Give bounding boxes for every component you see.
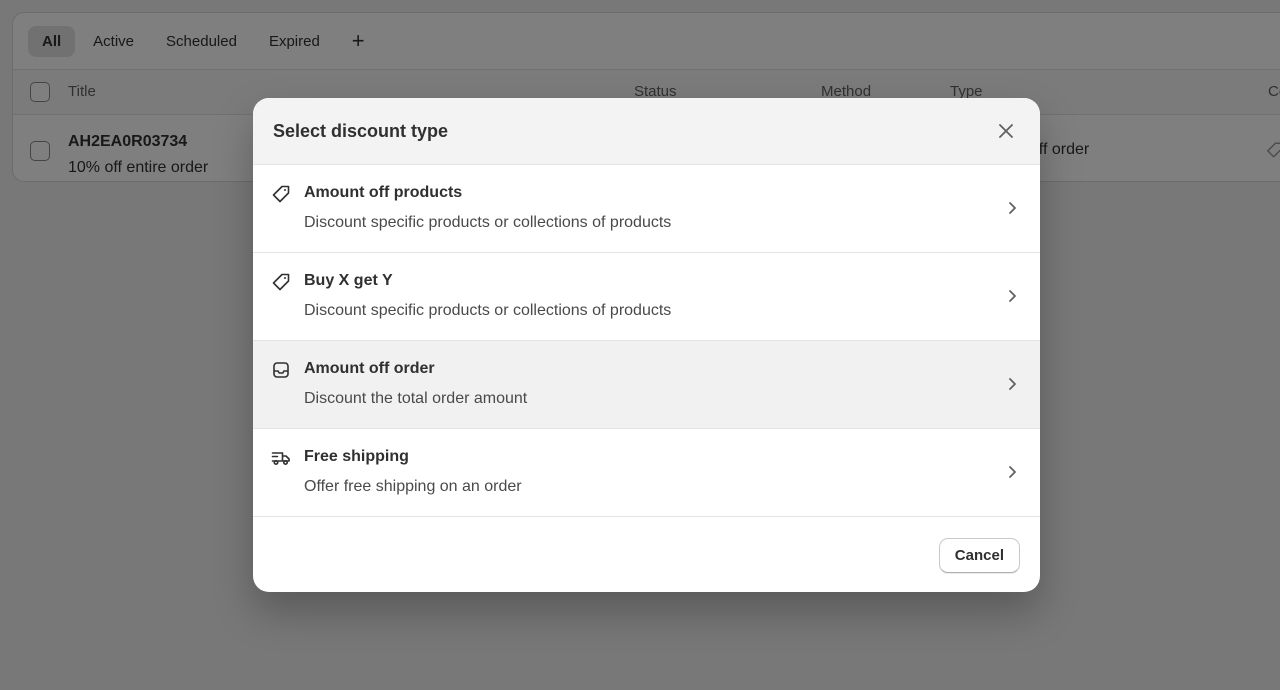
option-description: Discount the total order amount xyxy=(304,390,528,407)
dialog-title: Select discount type xyxy=(273,120,449,141)
chevron-right-icon xyxy=(1004,375,1020,393)
chevron-right-icon xyxy=(1004,199,1020,217)
option-free-shipping[interactable]: Free shipping Offer free shipping on an … xyxy=(253,429,1040,517)
option-amount-off-order[interactable]: Amount off order Discount the total orde… xyxy=(253,341,1040,429)
select-discount-type-dialog: Select discount type Amount off products… xyxy=(253,98,1040,592)
tag-icon xyxy=(271,184,291,204)
tag-icon xyxy=(271,272,291,292)
option-amount-off-products[interactable]: Amount off products Discount specific pr… xyxy=(253,165,1040,253)
option-title: Amount off order xyxy=(304,360,435,377)
truck-icon xyxy=(271,448,291,468)
option-description: Discount specific products or collection… xyxy=(304,214,672,231)
inbox-icon xyxy=(271,360,291,380)
option-title: Free shipping xyxy=(304,448,409,465)
chevron-right-icon xyxy=(1004,463,1020,481)
option-title: Amount off products xyxy=(304,184,463,201)
option-description: Offer free shipping on an order xyxy=(304,478,522,495)
option-title: Buy X get Y xyxy=(304,272,393,289)
option-description: Discount specific products or collection… xyxy=(304,302,672,319)
chevron-right-icon xyxy=(1004,287,1020,305)
close-icon[interactable] xyxy=(992,117,1020,145)
option-buy-x-get-y[interactable]: Buy X get Y Discount specific products o… xyxy=(253,253,1040,341)
dialog-header: Select discount type xyxy=(253,98,1040,165)
cancel-button[interactable]: Cancel xyxy=(938,538,1020,573)
dialog-footer: Cancel xyxy=(253,517,1040,592)
